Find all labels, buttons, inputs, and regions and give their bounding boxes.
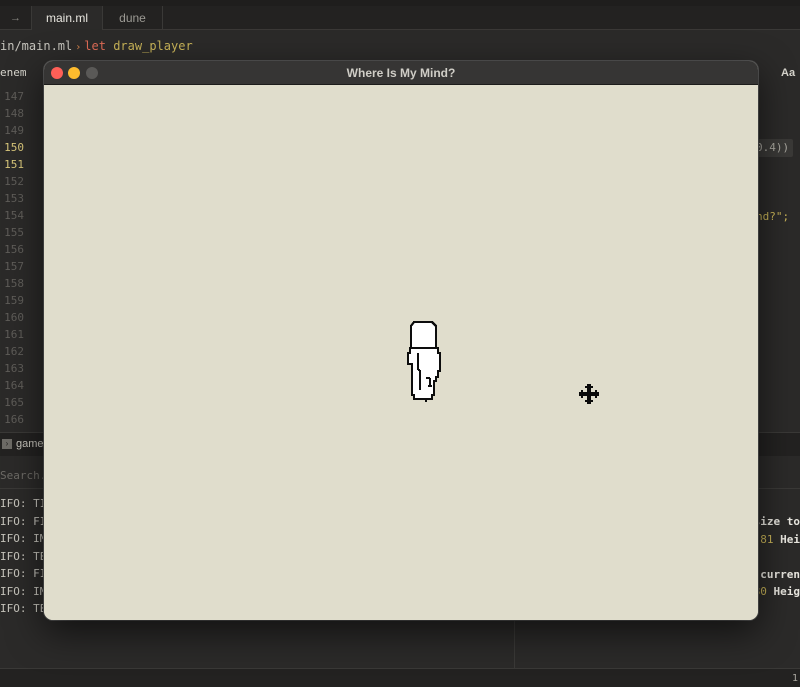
line-number-gutter: 147 148 149 150 151 152 153 154 155 156 157 158 159 1… (0, 88, 34, 428)
line-number: 154 (4, 209, 24, 222)
breadcrumb: in/main.ml › let draw_player (0, 36, 193, 56)
line-number: 157 (4, 260, 24, 273)
line-number: 159 (4, 294, 24, 307)
line-number: 158 (4, 277, 24, 290)
line-number: 155 (4, 226, 24, 239)
find-input-text[interactable]: enem (0, 62, 27, 84)
tab-main-ml[interactable]: main.ml (32, 6, 103, 30)
log-line: 81 Hei (754, 531, 800, 549)
terminal-output-right: size to 81 Hei curren 80 Heig (754, 513, 800, 601)
line-number: 162 (4, 345, 24, 358)
log-text: curren (760, 567, 800, 581)
line-number: 151 (4, 158, 24, 171)
breadcrumb-symbol[interactable]: draw_player (113, 39, 192, 53)
status-bar: 1 (0, 668, 800, 687)
move-cursor-icon (579, 384, 599, 404)
line-number: 166 (4, 413, 24, 426)
terminal-tab-label: game (16, 438, 44, 450)
game-canvas[interactable] (44, 85, 758, 620)
tab-navigate-icon[interactable]: → (0, 6, 32, 30)
log-line: 80 Heig (754, 583, 800, 601)
line-number: 160 (4, 311, 24, 324)
terminal-tab[interactable]: › game (2, 437, 44, 451)
line-number: 150 (4, 141, 24, 154)
line-number: 152 (4, 175, 24, 188)
game-window: Where Is My Mind? (44, 61, 758, 620)
player-sprite (406, 320, 442, 402)
log-number: 81 (760, 532, 781, 546)
breadcrumb-path[interactable]: in/main.ml (0, 39, 72, 53)
log-text: Heig (773, 585, 800, 598)
line-number: 163 (4, 362, 24, 375)
code-fragment: 0.4)) (752, 139, 794, 157)
breadcrumb-separator-icon: › (75, 42, 82, 53)
log-line: size to (754, 513, 800, 531)
window-titlebar[interactable]: Where Is My Mind? (44, 61, 758, 85)
terminal-icon: › (2, 439, 12, 450)
log-text: Hei (780, 532, 800, 546)
code-fragment: nd?"; (756, 210, 790, 223)
line-number: 147 (4, 90, 24, 103)
breadcrumb-keyword[interactable]: let (84, 39, 106, 53)
status-line-indicator[interactable]: 1 (792, 671, 798, 686)
line-number: 161 (4, 328, 24, 341)
line-number: 164 (4, 379, 24, 392)
tab-dune[interactable]: dune (103, 6, 163, 30)
line-number: 165 (4, 396, 24, 409)
line-number: 148 (4, 107, 24, 120)
line-number: 156 (4, 243, 24, 256)
window-title: Where Is My Mind? (346, 66, 456, 80)
line-number: 149 (4, 124, 24, 137)
match-case-toggle[interactable]: Aa (781, 62, 795, 84)
line-number: 153 (4, 192, 24, 205)
log-line: curren (754, 566, 800, 584)
log-text: size to (753, 515, 800, 528)
tab-bar: → main.ml dune (0, 6, 800, 30)
